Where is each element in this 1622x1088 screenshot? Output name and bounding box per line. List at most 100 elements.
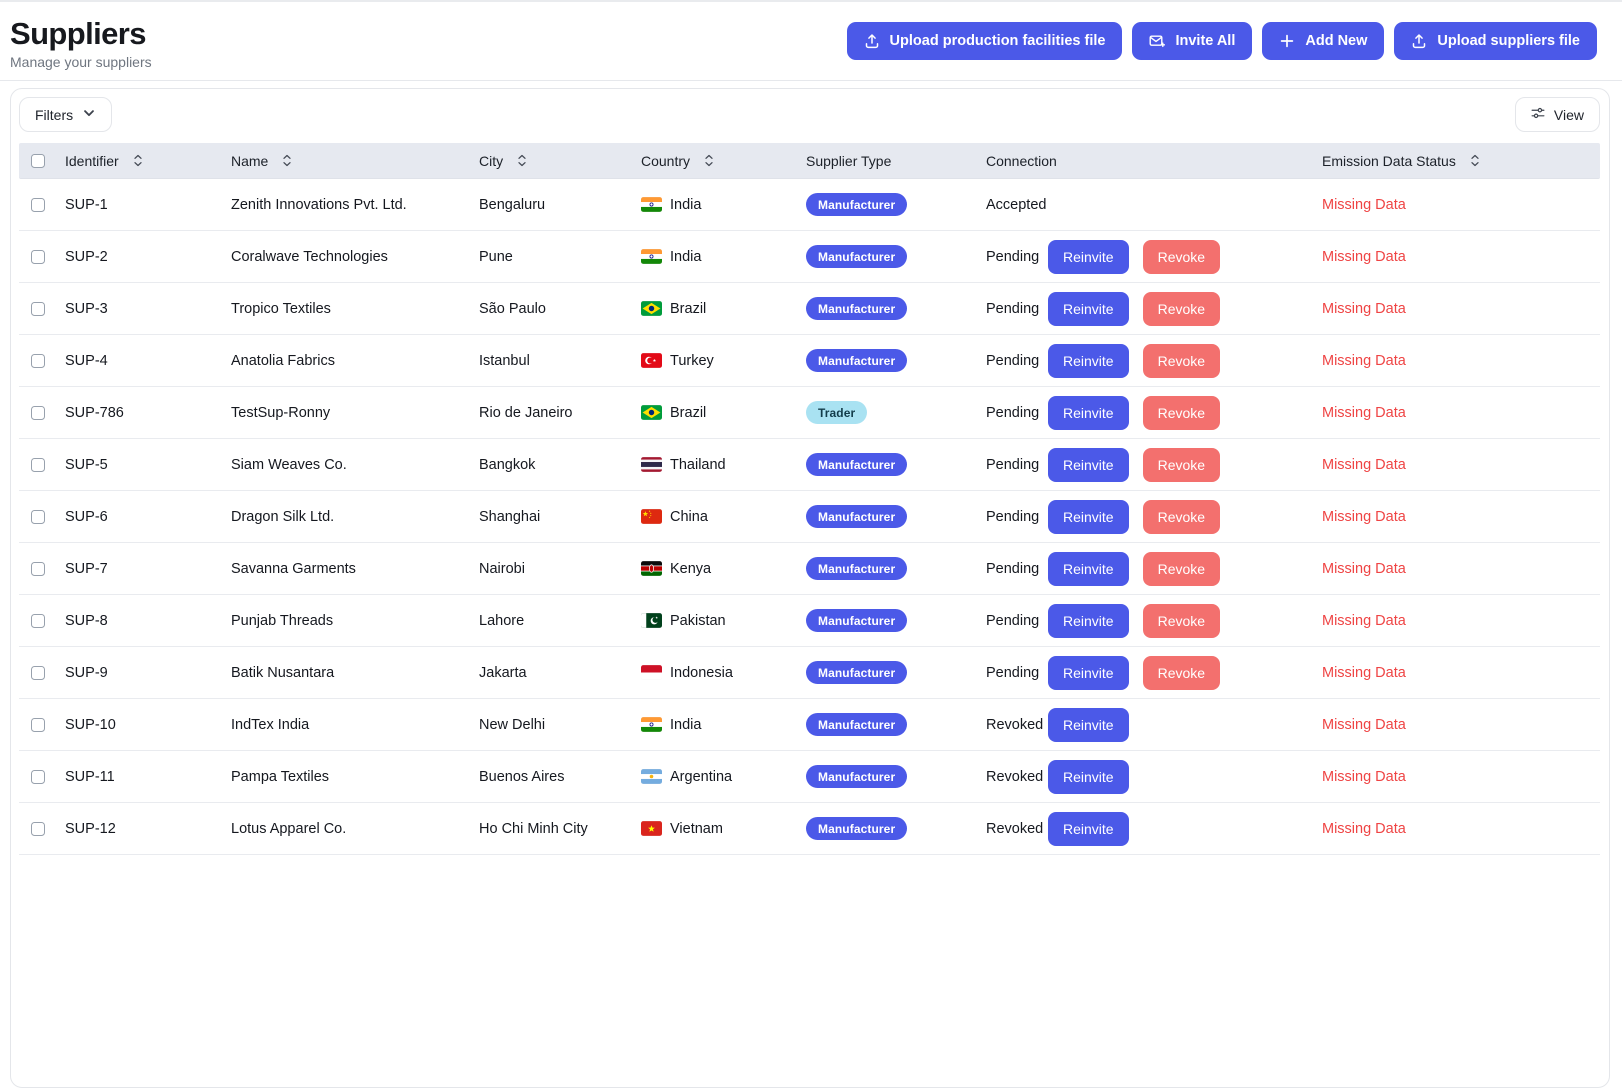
name-text: Tropico Textiles [231,301,331,317]
reinvite-button[interactable]: Reinvite [1048,604,1129,638]
emission-status-text: Missing Data [1322,613,1406,629]
revoke-button[interactable]: Revoke [1143,656,1220,690]
filters-button[interactable]: Filters [19,97,112,132]
row-checkbox[interactable] [31,302,45,316]
row-checkbox[interactable] [31,770,45,784]
row-checkbox-cell [19,198,65,212]
upload-production-facilities-file-button[interactable]: Upload production facilities file [847,22,1123,60]
row-checkbox[interactable] [31,718,45,732]
table-row: SUP-9Batik NusantaraJakartaIndonesiaManu… [19,647,1600,699]
cell-supplier-type: Manufacturer [806,661,986,684]
connection-status-text: Pending [986,613,1048,629]
page-title: Suppliers [10,16,152,52]
page-subtitle: Manage your suppliers [10,54,152,70]
connection-status-text: Accepted [986,197,1048,213]
cell-supplier-type: Manufacturer [806,817,986,840]
reinvite-button[interactable]: Reinvite [1048,812,1129,846]
country-text: Brazil [670,301,706,317]
column-header-supplier-type: Supplier Type [806,153,986,169]
view-button[interactable]: View [1515,97,1600,132]
flag-turkey-icon [641,353,662,368]
flag-brazil-icon [641,301,662,316]
revoke-button[interactable]: Revoke [1143,292,1220,326]
reinvite-button[interactable]: Reinvite [1048,396,1129,430]
revoke-button[interactable]: Revoke [1143,344,1220,378]
invite-all-button[interactable]: Invite All [1132,22,1252,60]
cell-country: Pakistan [641,613,806,629]
row-checkbox[interactable] [31,250,45,264]
supplier-type-badge: Manufacturer [806,453,907,476]
column-header-emission-data-status[interactable]: Emission Data Status [1322,153,1600,169]
row-checkbox[interactable] [31,406,45,420]
emission-status-text: Missing Data [1322,405,1406,421]
reinvite-button[interactable]: Reinvite [1048,240,1129,274]
reinvite-button[interactable]: Reinvite [1048,708,1129,742]
cell-country: Kenya [641,561,806,577]
revoke-button[interactable]: Revoke [1143,240,1220,274]
revoke-button[interactable]: Revoke [1143,448,1220,482]
country-text: Pakistan [670,613,726,629]
cell-name: Pampa Textiles [231,769,479,785]
table-row: SUP-786TestSup-RonnyRio de JaneiroBrazil… [19,387,1600,439]
reinvite-button[interactable]: Reinvite [1048,448,1129,482]
cell-identifier: SUP-1 [65,197,231,213]
cell-connection: PendingReinvite Revoke [986,292,1322,326]
column-header-country[interactable]: Country [641,153,806,169]
city-text: Lahore [479,613,524,629]
connection-status-text: Pending [986,301,1048,317]
cell-connection: PendingReinviteRevoke [986,656,1322,690]
cell-supplier-type: Manufacturer [806,609,986,632]
sort-icon [704,154,714,167]
emission-status-text: Missing Data [1322,665,1406,681]
revoke-button[interactable]: Revoke [1143,604,1220,638]
row-checkbox-cell [19,822,65,836]
cell-identifier: SUP-7 [65,561,231,577]
flag-india-icon [641,717,662,732]
cell-country: Brazil [641,405,806,421]
add-new-button[interactable]: Add New [1262,22,1384,60]
city-text: Bengaluru [479,197,545,213]
column-header-label: Country [641,153,690,169]
row-checkbox-cell [19,458,65,472]
reinvite-button[interactable]: Reinvite [1048,656,1129,690]
name-text: Savanna Garments [231,561,356,577]
column-header-city[interactable]: City [479,153,641,169]
cell-country: Vietnam [641,821,806,837]
cell-connection: PendingReinviteRevoke [986,344,1322,378]
country-text: Indonesia [670,665,733,681]
identifier-text: SUP-10 [65,717,116,733]
row-checkbox[interactable] [31,822,45,836]
connection-status-text: Pending [986,457,1048,473]
row-checkbox[interactable] [31,458,45,472]
reinvite-button[interactable]: Reinvite [1048,760,1129,794]
cell-emission-data-status: Missing Data [1322,197,1600,213]
revoke-button[interactable]: Revoke [1143,552,1220,586]
revoke-button[interactable]: Revoke [1143,500,1220,534]
row-checkbox[interactable] [31,562,45,576]
row-checkbox[interactable] [31,198,45,212]
select-all-checkbox[interactable] [31,154,45,168]
table-row: SUP-10IndTex IndiaNew DelhiIndiaManufact… [19,699,1600,751]
reinvite-button[interactable]: Reinvite [1048,292,1129,326]
revoke-button[interactable]: Revoke [1143,396,1220,430]
reinvite-button[interactable]: Reinvite [1048,500,1129,534]
cell-name: Lotus Apparel Co. [231,821,479,837]
reinvite-button[interactable]: Reinvite [1048,552,1129,586]
name-text: Pampa Textiles [231,769,329,785]
reinvite-button[interactable]: Reinvite [1048,344,1129,378]
row-checkbox[interactable] [31,666,45,680]
city-text: Pune [479,249,513,265]
column-header-name[interactable]: Name [231,153,479,169]
upload-suppliers-file-button[interactable]: Upload suppliers file [1394,22,1597,60]
row-checkbox[interactable] [31,614,45,628]
suppliers-card: Filters View IdentifierNameCityCountry Su… [10,88,1610,1088]
name-text: Punjab Threads [231,613,333,629]
column-header-identifier[interactable]: Identifier [65,153,231,169]
table-row: SUP-2Coralwave TechnologiesPuneIndiaManu… [19,231,1600,283]
row-checkbox[interactable] [31,510,45,524]
row-checkbox[interactable] [31,354,45,368]
identifier-text: SUP-6 [65,509,108,525]
cell-city: Istanbul [479,353,641,369]
connection-status-text: Pending [986,561,1048,577]
row-checkbox-cell [19,718,65,732]
